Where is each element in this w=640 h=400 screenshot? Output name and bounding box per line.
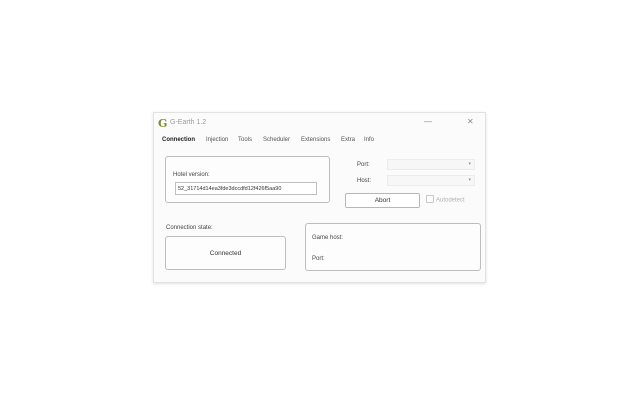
chevron-down-icon: ▾ bbox=[468, 161, 471, 167]
checkbox-icon bbox=[426, 195, 434, 203]
hotel-version-label: Hotel version: bbox=[173, 172, 210, 178]
app-logo-icon: G bbox=[158, 117, 168, 130]
hotel-version-field[interactable] bbox=[175, 182, 317, 195]
autodetect-label: Autodetect bbox=[436, 197, 465, 204]
window-title: G-Earth 1.2 bbox=[170, 119, 207, 126]
autodetect-checkbox[interactable]: Autodetect bbox=[426, 195, 465, 204]
connection-state-value: Connected bbox=[209, 250, 242, 257]
game-port-label: Port: bbox=[312, 256, 325, 262]
game-info-panel: Game host: Port: bbox=[305, 223, 481, 271]
host-dropdown[interactable]: ▾ bbox=[387, 175, 475, 186]
minimize-button[interactable]: — bbox=[424, 117, 432, 126]
close-button[interactable]: ✕ bbox=[467, 117, 474, 126]
chevron-down-icon: ▾ bbox=[468, 177, 471, 183]
tab-tools[interactable]: Tools bbox=[238, 137, 252, 143]
hotel-version-panel: Hotel version: bbox=[165, 156, 330, 203]
connection-state-panel: Connected bbox=[165, 236, 286, 270]
app-window: G G-Earth 1.2 — ✕ Connection Injection T… bbox=[153, 112, 486, 283]
tab-extensions[interactable]: Extensions bbox=[301, 137, 330, 143]
tab-extra[interactable]: Extra bbox=[341, 137, 355, 143]
tab-info[interactable]: Info bbox=[364, 137, 374, 143]
port-label: Port: bbox=[357, 162, 370, 168]
tab-connection[interactable]: Connection bbox=[162, 137, 195, 143]
port-dropdown[interactable]: ▾ bbox=[387, 159, 475, 170]
abort-button[interactable]: Abort bbox=[345, 193, 420, 208]
game-host-label: Game host: bbox=[312, 235, 344, 241]
tab-injection[interactable]: Injection bbox=[206, 137, 228, 143]
host-label: Host: bbox=[357, 178, 372, 184]
connection-state-label: Connection state: bbox=[166, 225, 213, 231]
tab-scheduler[interactable]: Scheduler bbox=[263, 137, 290, 143]
title-bar[interactable]: G G-Earth 1.2 — ✕ bbox=[154, 113, 485, 133]
